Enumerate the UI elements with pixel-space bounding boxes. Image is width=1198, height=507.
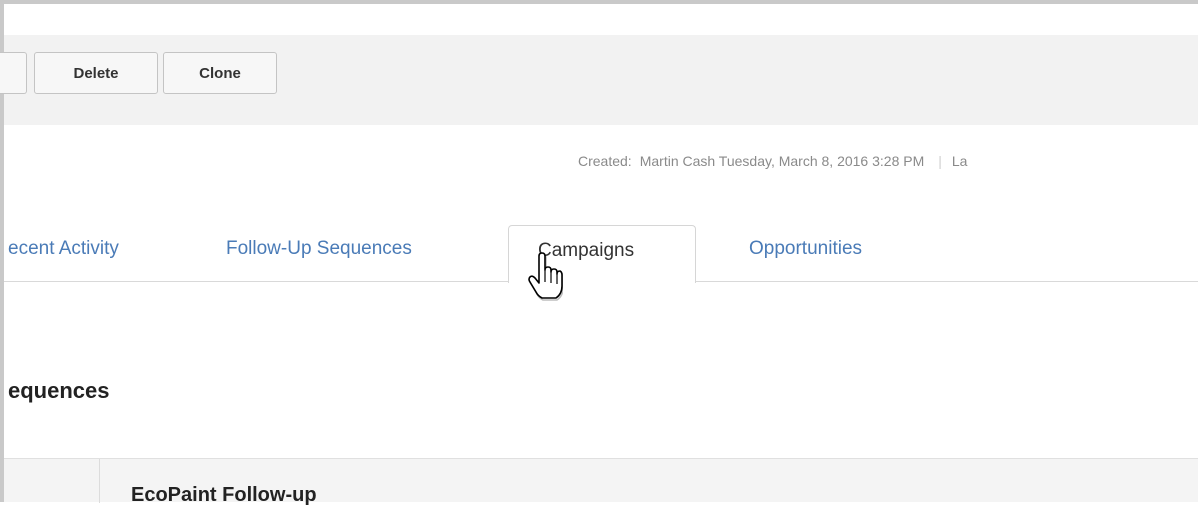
window-frame-top: [0, 0, 1198, 4]
last-modified-label: La: [951, 153, 968, 169]
record-metadata: Created: Martin Cash Tuesday, March 8, 20…: [578, 153, 967, 169]
tab-follow-up-sequences[interactable]: Follow-Up Sequences: [226, 238, 412, 260]
created-value: Martin Cash Tuesday, March 8, 2016 3:28 …: [639, 153, 925, 169]
sequence-name-cell[interactable]: EcoPaint Follow-up: [131, 484, 317, 507]
tab-opportunities[interactable]: Opportunities: [749, 238, 862, 260]
table-column-divider: [99, 459, 100, 503]
sequences-table-row[interactable]: EcoPaint Follow-up: [4, 458, 1198, 506]
tab-recent-activity[interactable]: ecent Activity: [8, 238, 119, 260]
created-label: Created:: [578, 153, 632, 169]
delete-button[interactable]: Delete: [34, 52, 158, 94]
section-title: equences: [8, 378, 110, 403]
hand-pointer-icon: [528, 252, 563, 301]
action-toolbar: Delete Clone: [0, 35, 1198, 125]
partial-button[interactable]: [0, 52, 27, 94]
clone-button[interactable]: Clone: [163, 52, 277, 94]
meta-separator: |: [938, 153, 942, 169]
